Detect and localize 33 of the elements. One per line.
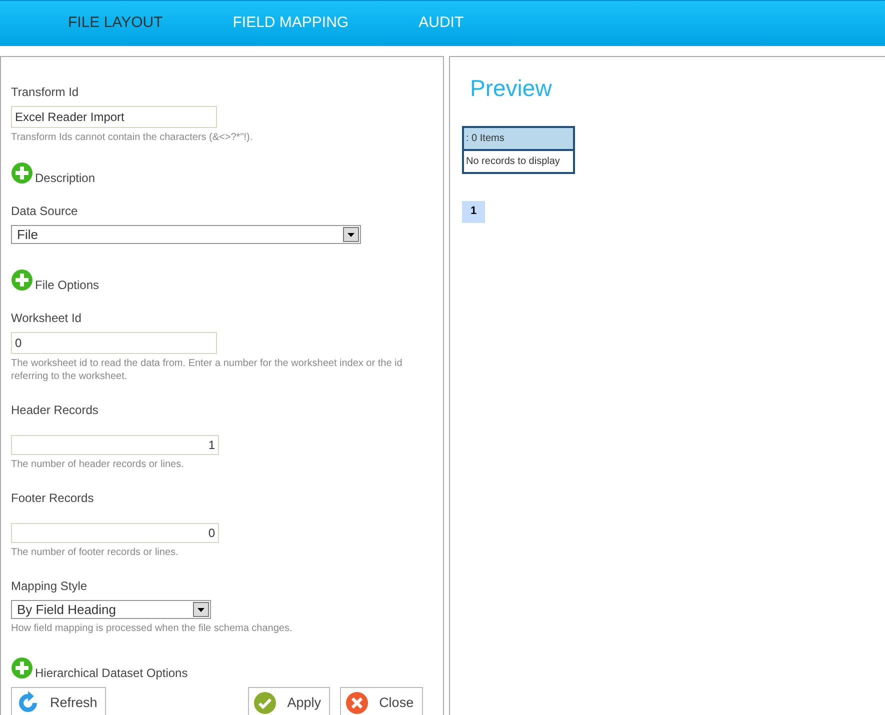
- action-button[interactable]: Apply: [248, 687, 330, 715]
- close-icon: [345, 691, 370, 715]
- hint-text: Transform Ids cannot contain the characters (&<>?*"!).: [11, 131, 254, 144]
- action-button[interactable]: Close: [340, 687, 423, 715]
- grid-header: : 0 Items: [464, 128, 573, 150]
- field-label: Transform Id: [11, 84, 80, 101]
- text-field[interactable]: 1: [11, 435, 219, 455]
- dropdown[interactable]: File: [11, 225, 361, 244]
- section-label[interactable]: Hierarchical Dataset Options: [35, 664, 188, 682]
- refresh-icon: [16, 691, 40, 715]
- text-field[interactable]: Excel Reader Import: [11, 106, 217, 128]
- hint-text: The number of footer records or lines.: [11, 546, 180, 559]
- section-label[interactable]: Description: [35, 169, 96, 187]
- tab[interactable]: FILE LAYOUT: [68, 2, 163, 46]
- panel-title: Preview: [470, 74, 553, 103]
- hint-text: The number of header records or lines.: [11, 458, 185, 471]
- text-field[interactable]: 0: [11, 332, 217, 354]
- hint-text: How field mapping is processed when the file schema changes.: [11, 622, 294, 635]
- field-label: Footer Records: [11, 490, 95, 507]
- field-label: Data Source: [11, 203, 79, 220]
- checkmark-icon: [253, 691, 278, 715]
- field-label: Mapping Style: [11, 578, 88, 595]
- expand-plus-icon[interactable]: [11, 269, 33, 291]
- text-field[interactable]: 0: [11, 523, 219, 543]
- dropdown[interactable]: By Field Heading: [11, 600, 211, 619]
- page-button[interactable]: 1: [462, 200, 485, 222]
- expand-plus-icon[interactable]: [11, 162, 33, 184]
- hint-text: The worksheet id to read the data from. Enter a number for the worksheet index or the id referring to the worksheet.: [11, 357, 404, 383]
- field-label: Header Records: [11, 402, 100, 419]
- field-label: Worksheet Id: [11, 310, 82, 327]
- expand-plus-icon[interactable]: [11, 657, 33, 679]
- section-label[interactable]: File Options: [35, 276, 100, 294]
- action-button[interactable]: Refresh: [11, 687, 106, 715]
